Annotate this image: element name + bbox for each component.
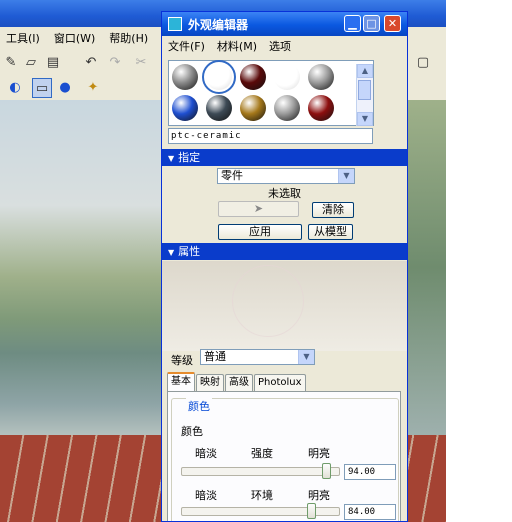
material-swatch[interactable] [274, 95, 300, 121]
apply-button[interactable]: 应用 [218, 224, 302, 240]
preview-sphere [232, 265, 304, 337]
scroll-down-icon[interactable]: ▼ [357, 112, 373, 126]
class-value: 普通 [204, 350, 226, 363]
from-model-button[interactable]: 从模型 [308, 224, 353, 240]
3d-box-icon[interactable]: ▢ [414, 53, 432, 71]
color-group-title: 颜色 [186, 398, 212, 414]
material-swatch[interactable] [202, 60, 236, 94]
material-swatch[interactable] [172, 95, 198, 121]
ambient-slider-thumb[interactable] [307, 503, 316, 519]
intensity-bright-label: 明亮 [308, 447, 330, 460]
material-swatch[interactable] [240, 64, 266, 90]
class-select[interactable]: 普通 ▼ [200, 349, 315, 365]
menu-file[interactable]: 文件(F) [168, 38, 205, 54]
clear-button[interactable]: 清除 [312, 202, 354, 218]
collapse-icon: ▼ [168, 248, 175, 257]
maximize-button[interactable]: □ [363, 15, 380, 32]
arrow-cursor-icon: ➤ [253, 202, 264, 215]
ambient-slider[interactable] [181, 507, 340, 516]
palette-scrollbar[interactable]: ▲ ▼ [356, 64, 373, 126]
color-group: 颜色 颜色 暗淡 强度 明亮 94.00 暗淡 环境 明亮 84.00 [171, 398, 399, 521]
ambient-bright-label: 明亮 [308, 489, 330, 502]
ambient-dim-label: 暗淡 [195, 489, 217, 502]
properties-section-header[interactable]: ▼ 属性 [162, 243, 407, 260]
light-icon[interactable]: ● [56, 78, 74, 96]
assign-section-title: 指定 [178, 151, 201, 164]
color-label: 颜色 [181, 425, 203, 438]
editor-title: 外观编辑器 [188, 17, 249, 32]
tab-photolux[interactable]: Photolux [254, 374, 306, 391]
editor-menu-bar: 文件(F) 材料(M) 选项 [162, 36, 407, 56]
material-swatch[interactable] [172, 64, 198, 90]
cut-icon[interactable]: ✂ [132, 53, 150, 71]
basic-tab-panel: 颜色 颜色 暗淡 强度 明亮 94.00 暗淡 环境 明亮 84.00 [167, 391, 401, 521]
collapse-icon: ▼ [168, 154, 175, 163]
sketch-tool-icon[interactable]: ✎ [2, 53, 20, 71]
menu-tools[interactable]: 工具(I) [6, 30, 40, 46]
part-type-value: 零件 [221, 169, 243, 182]
property-tabs: 基本 映射 高级 Photolux [167, 372, 307, 392]
material-swatch[interactable] [308, 64, 334, 90]
app-icon [168, 17, 182, 31]
selection-status: 未选取 [268, 187, 301, 200]
menu-options[interactable]: 选项 [269, 38, 291, 54]
tab-advanced[interactable]: 高级 [225, 374, 253, 391]
undo-icon[interactable]: ↶ [82, 53, 100, 71]
magic-wand-icon[interactable]: ✦ [84, 78, 102, 96]
menu-help[interactable]: 帮助(H) [109, 30, 148, 46]
material-name-field[interactable]: ptc-ceramic [168, 128, 373, 144]
intensity-dim-label: 暗淡 [195, 447, 217, 460]
minimize-button[interactable]: ▁ [344, 15, 361, 32]
tab-basic[interactable]: 基本 [167, 372, 195, 392]
chevron-down-icon[interactable]: ▼ [338, 169, 354, 183]
intensity-slider-thumb[interactable] [322, 463, 331, 479]
save-icon[interactable]: ▤ [44, 53, 62, 71]
intensity-slider[interactable] [181, 467, 340, 476]
material-swatch[interactable] [206, 95, 232, 121]
menu-window[interactable]: 窗口(W) [54, 30, 95, 46]
menu-material[interactable]: 材料(M) [217, 38, 257, 54]
material-swatch[interactable] [308, 95, 334, 121]
ambient-value-field[interactable]: 84.00 [344, 504, 396, 520]
properties-section-title: 属性 [178, 245, 201, 258]
tab-mapping[interactable]: 映射 [196, 374, 224, 391]
material-palette [168, 60, 374, 126]
chevron-down-icon[interactable]: ▼ [298, 350, 314, 364]
pick-geometry-button[interactable]: ➤ [218, 201, 299, 217]
select-icon[interactable]: ▭ [32, 78, 52, 98]
intensity-label: 强度 [251, 447, 273, 460]
scroll-up-icon[interactable]: ▲ [357, 64, 373, 78]
redo-icon[interactable]: ↷ [106, 53, 124, 71]
render-icon[interactable]: ◐ [6, 78, 24, 96]
close-button[interactable]: ✕ [384, 15, 401, 32]
scroll-thumb[interactable] [358, 80, 371, 100]
intensity-value-field[interactable]: 94.00 [344, 464, 396, 480]
material-preview-area [162, 261, 407, 351]
class-label: 等级 [171, 354, 193, 367]
appearance-editor-window: 外观编辑器 ▁ □ ✕ 文件(F) 材料(M) 选项 ▲ ▼ ptc-ceram… [161, 11, 408, 522]
material-swatch[interactable] [274, 64, 300, 90]
material-swatch[interactable] [240, 95, 266, 121]
scene-trees [406, 100, 446, 435]
layers-icon[interactable]: ▱ [22, 53, 40, 71]
part-type-select[interactable]: 零件 ▼ [217, 168, 355, 184]
ambient-label: 环境 [251, 489, 273, 502]
assign-section-header[interactable]: ▼ 指定 [162, 149, 407, 166]
